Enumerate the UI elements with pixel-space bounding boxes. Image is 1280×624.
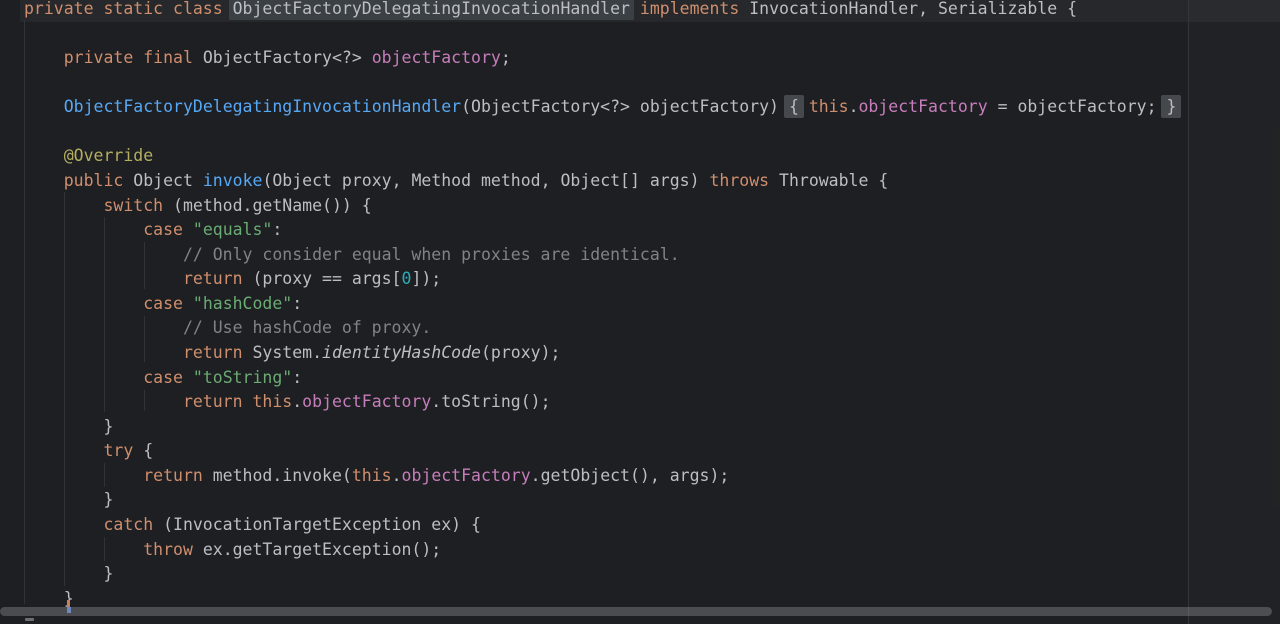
code-token: private static class xyxy=(24,0,233,18)
code-line xyxy=(0,120,1280,145)
code-token: "equals" xyxy=(193,220,272,239)
highlighted-token: } xyxy=(1161,95,1181,118)
code-token: this xyxy=(809,97,849,116)
code-line: case "toString": xyxy=(0,366,1280,391)
code-token: .getObject(), args); xyxy=(531,466,730,485)
code-token: objectFactory xyxy=(372,48,501,67)
code-token: } xyxy=(24,564,113,583)
code-token: return xyxy=(24,343,243,362)
code-token: (InvocationTargetException ex) { xyxy=(153,515,481,534)
code-token xyxy=(799,97,809,116)
code-line: // Only consider equal when proxies are … xyxy=(0,243,1280,268)
code-line xyxy=(0,71,1280,96)
code-token: } xyxy=(24,490,113,509)
code-token: case xyxy=(24,294,193,313)
code-token: objectFactory xyxy=(859,97,988,116)
code-token: ObjectFactoryDelegatingInvocationHandler xyxy=(64,97,461,116)
code-token xyxy=(630,0,640,18)
code-line: return (proxy == args[0]); xyxy=(0,267,1280,292)
code-line: catch (InvocationTargetException ex) { xyxy=(0,513,1280,538)
code-token: .toString(); xyxy=(431,392,550,411)
code-token: objectFactory xyxy=(402,466,531,485)
code-area[interactable]: private static class ObjectFactoryDelega… xyxy=(0,0,1280,624)
code-token: "toString" xyxy=(193,368,292,387)
code-line: private final ObjectFactory<?> objectFac… xyxy=(0,46,1280,71)
code-line: } xyxy=(0,415,1280,440)
code-token: return this xyxy=(24,392,292,411)
code-token: throws xyxy=(709,171,769,190)
horizontal-scrollbar-thumb[interactable] xyxy=(0,607,1272,616)
code-token: InvocationHandler, Serializable { xyxy=(739,0,1077,18)
code-token: (ObjectFactory<?> objectFactory) xyxy=(461,97,789,116)
code-token: method.invoke( xyxy=(203,466,352,485)
code-token: . xyxy=(392,466,402,485)
code-token: Object xyxy=(133,171,203,190)
code-line: return this.objectFactory.toString(); xyxy=(0,390,1280,415)
code-token: invoke xyxy=(203,171,263,190)
code-token: implements xyxy=(640,0,739,18)
code-token: private final xyxy=(24,48,203,67)
code-line: case "hashCode": xyxy=(0,292,1280,317)
code-line: private static class ObjectFactoryDelega… xyxy=(0,0,1280,22)
code-line: return method.invoke(this.objectFactory.… xyxy=(0,464,1280,489)
code-line: switch (method.getName()) { xyxy=(0,194,1280,219)
code-token: return xyxy=(24,466,203,485)
code-token: (proxy); xyxy=(481,343,560,362)
code-token: { xyxy=(133,441,153,460)
code-line xyxy=(0,22,1280,47)
code-token: . xyxy=(849,97,859,116)
code-token: Throwable { xyxy=(769,171,888,190)
code-token: case xyxy=(24,220,193,239)
code-line: throw ex.getTargetException(); xyxy=(0,538,1280,563)
code-token: // Only consider equal when proxies are … xyxy=(24,245,680,264)
code-line: } xyxy=(0,488,1280,513)
code-line: // Use hashCode of proxy. xyxy=(0,316,1280,341)
code-token: objectFactory xyxy=(302,392,431,411)
code-token: ; xyxy=(501,48,511,67)
code-token: this xyxy=(352,466,392,485)
code-token: : xyxy=(272,220,282,239)
code-token: (proxy == args[ xyxy=(243,269,402,288)
clipped-line-fragment xyxy=(25,618,34,621)
code-token: switch xyxy=(24,196,163,215)
code-token: (Object proxy, Method method, Object[] a… xyxy=(262,171,709,190)
code-token: case xyxy=(24,368,193,387)
code-token: } xyxy=(24,417,113,436)
code-token: @Override xyxy=(24,146,153,165)
code-token: = objectFactory; xyxy=(988,97,1167,116)
highlighted-token: ObjectFactoryDelegatingInvocationHandler xyxy=(229,0,634,20)
code-token: catch xyxy=(24,515,153,534)
code-token: return xyxy=(24,269,243,288)
code-line: ObjectFactoryDelegatingInvocationHandler… xyxy=(0,95,1280,120)
code-line: case "equals": xyxy=(0,218,1280,243)
horizontal-scrollbar xyxy=(0,605,1280,617)
code-token: ex.getTargetException(); xyxy=(193,540,441,559)
code-token: 0 xyxy=(402,269,412,288)
code-token: "hashCode" xyxy=(193,294,292,313)
code-token: identityHashCode xyxy=(322,343,481,362)
code-token: : xyxy=(292,368,302,387)
code-token xyxy=(24,97,64,116)
code-token: : xyxy=(292,294,302,313)
code-editor[interactable]: private static class ObjectFactoryDelega… xyxy=(0,0,1280,624)
code-token: public xyxy=(24,171,133,190)
code-token: (method.getName()) { xyxy=(163,196,372,215)
code-token: . xyxy=(292,392,302,411)
code-token: System. xyxy=(243,343,322,362)
code-line: try { xyxy=(0,439,1280,464)
code-line: } xyxy=(0,562,1280,587)
code-token: // Use hashCode of proxy. xyxy=(24,318,431,337)
code-line: @Override xyxy=(0,144,1280,169)
code-token: ObjectFactory<?> xyxy=(203,48,372,67)
code-token: throw xyxy=(24,540,193,559)
code-token: try xyxy=(24,441,133,460)
code-line: return System.identityHashCode(proxy); xyxy=(0,341,1280,366)
code-token: ]); xyxy=(411,269,441,288)
code-line: public Object invoke(Object proxy, Metho… xyxy=(0,169,1280,194)
